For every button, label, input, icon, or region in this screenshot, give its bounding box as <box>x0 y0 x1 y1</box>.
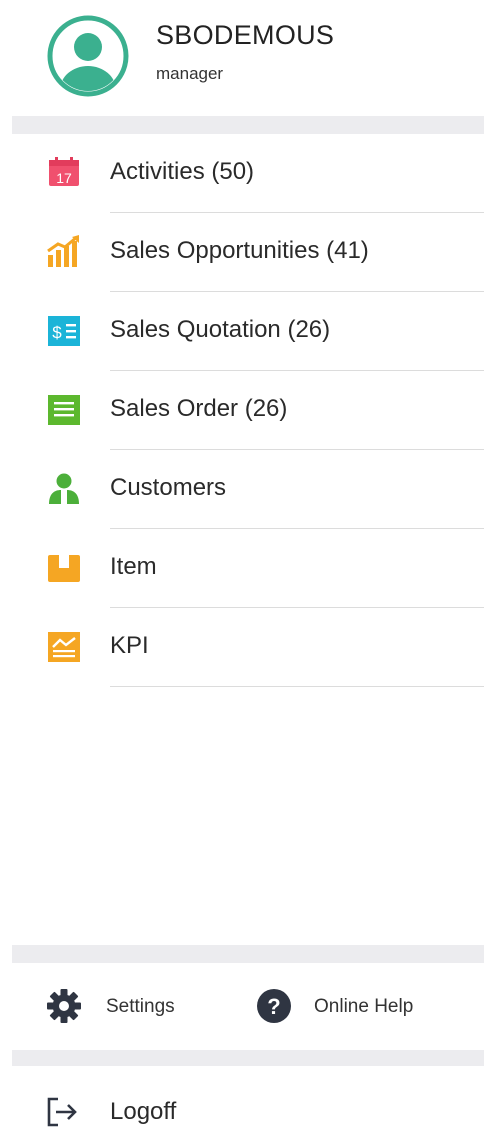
section-separator <box>12 1050 484 1066</box>
box-icon <box>48 555 80 582</box>
menu-item-label: Sales Order (26) <box>110 395 288 422</box>
kpi-chart-icon <box>48 632 80 662</box>
svg-text:?: ? <box>267 994 280 1019</box>
profile-name: SBODEMOUS <box>156 20 335 50</box>
settings-label: Settings <box>106 996 175 1017</box>
divider <box>110 686 484 687</box>
online-help-label: Online Help <box>314 996 414 1017</box>
menu-item-activities[interactable]: 17 Activities (50) <box>0 134 484 213</box>
menu-item-label: Sales Quotation (26) <box>110 316 331 343</box>
customers-icon <box>49 473 79 504</box>
logout-icon <box>47 1097 77 1127</box>
order-list-icon <box>48 395 80 425</box>
menu-item-sales-order[interactable]: Sales Order (26) <box>0 371 484 450</box>
question-icon: ? <box>257 989 291 1023</box>
logoff-button[interactable]: Logoff <box>44 1094 224 1130</box>
quotation-icon: $ <box>48 316 80 346</box>
logoff-label: Logoff <box>110 1098 177 1125</box>
menu-item-sales-opportunities[interactable]: Sales Opportunities (41) <box>0 213 484 292</box>
online-help-button[interactable]: ? Online Help <box>256 988 456 1024</box>
settings-button[interactable]: Settings <box>46 988 206 1024</box>
user-avatar-icon[interactable] <box>46 14 130 98</box>
profile-header: SBODEMOUS manager <box>0 0 484 116</box>
section-separator <box>12 116 484 134</box>
gear-icon <box>47 989 81 1023</box>
menu-item-kpi[interactable]: KPI <box>0 608 484 687</box>
svg-text:17: 17 <box>56 170 72 186</box>
section-separator <box>12 945 484 963</box>
menu-item-label: Customers <box>110 474 227 501</box>
menu-item-sales-quotation[interactable]: $ Sales Quotation (26) <box>0 292 484 371</box>
menu-item-label: KPI <box>110 632 149 659</box>
menu-item-item[interactable]: Item <box>0 529 484 608</box>
svg-text:$: $ <box>52 323 62 342</box>
menu-item-label: Item <box>110 553 157 580</box>
calendar-icon: 17 <box>49 157 79 186</box>
menu-item-label: Activities (50) <box>110 158 255 185</box>
profile-role: manager <box>156 64 224 83</box>
menu-item-label: Sales Opportunities (41) <box>110 237 369 264</box>
bar-chart-icon <box>47 235 79 267</box>
menu-item-customers[interactable]: Customers <box>0 450 484 529</box>
